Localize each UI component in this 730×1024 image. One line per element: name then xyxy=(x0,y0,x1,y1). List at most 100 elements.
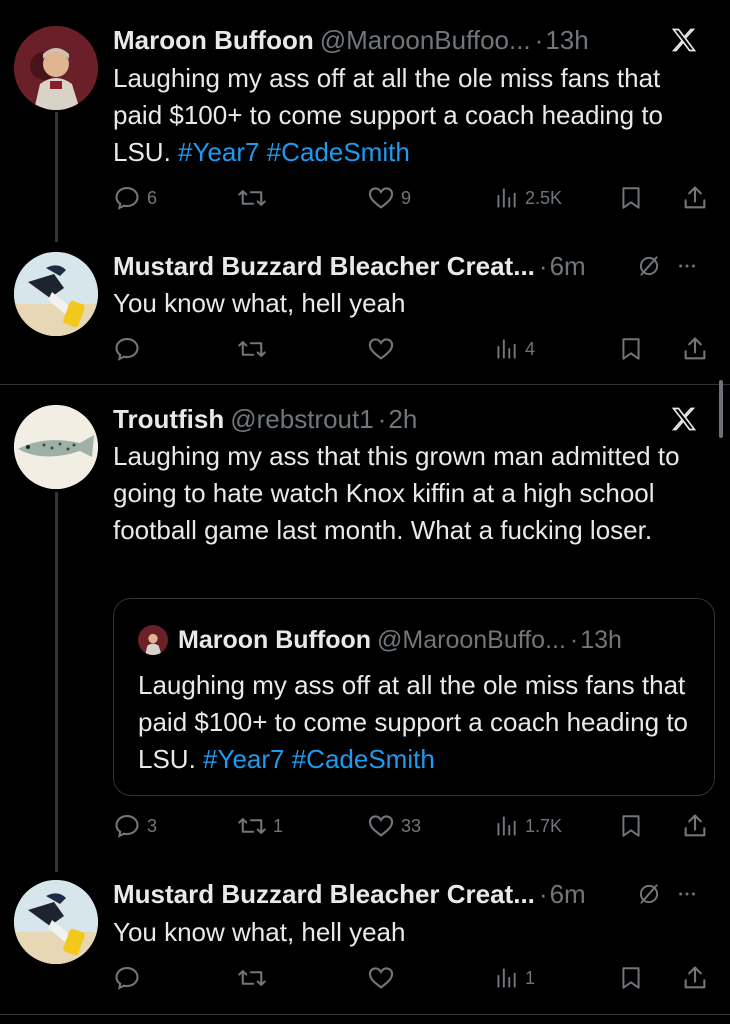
share-button[interactable] xyxy=(681,329,709,369)
share-icon xyxy=(684,186,706,209)
retweet-button[interactable] xyxy=(237,958,267,998)
reply-count: 3 xyxy=(147,815,158,836)
view-count: 1.7K xyxy=(525,815,563,836)
tweet-text: Laughing my ass that this grown man admi… xyxy=(113,441,680,545)
hashtag-link[interactable]: #CadeSmith xyxy=(267,137,410,167)
retweet-button[interactable] xyxy=(237,178,273,218)
quoted-display-name[interactable]: Maroon Buffoon xyxy=(178,626,371,655)
separator-dot: · xyxy=(569,625,579,654)
reply-icon xyxy=(115,187,139,210)
tweet-text: You know what, hell yeah xyxy=(113,917,406,947)
quoted-avatar[interactable] xyxy=(138,625,168,655)
x-logo-icon xyxy=(671,407,697,431)
quoted-text: Laughing my ass off at all the ole miss … xyxy=(138,667,692,778)
action-bar: 1 xyxy=(113,958,714,998)
user-handle[interactable]: @rebstrout1 xyxy=(230,404,373,435)
like-count: 9 xyxy=(401,187,412,208)
reply-icon xyxy=(115,815,139,838)
muted-icon xyxy=(639,884,659,904)
like-button[interactable]: 9 xyxy=(367,178,411,218)
share-button[interactable] xyxy=(681,806,709,846)
view-count: 4 xyxy=(525,338,536,359)
avatar[interactable] xyxy=(14,880,98,964)
reply-button[interactable]: 3 xyxy=(113,806,157,846)
share-icon xyxy=(684,337,706,360)
share-button[interactable] xyxy=(681,958,709,998)
bookmark-button[interactable] xyxy=(618,806,644,846)
avatar[interactable] xyxy=(14,405,98,489)
thread-line xyxy=(55,492,58,872)
views-icon xyxy=(497,188,516,208)
like-count: 33 xyxy=(401,815,422,836)
separator-dot: · xyxy=(538,878,548,909)
reply-button[interactable] xyxy=(113,958,141,998)
quoted-user-handle[interactable]: @MaroonBuffo... xyxy=(377,626,566,655)
share-button[interactable] xyxy=(681,178,709,218)
heart-icon xyxy=(368,815,394,837)
retweet-count: 1 xyxy=(273,815,284,836)
bookmark-button[interactable] xyxy=(618,329,644,369)
retweet-icon xyxy=(238,818,266,834)
bookmark-icon xyxy=(622,338,640,360)
view-count: 2.5K xyxy=(525,187,563,208)
timestamp[interactable]: 6m xyxy=(550,879,586,910)
views-button[interactable]: 4 xyxy=(493,329,535,369)
display-name[interactable]: Mustard Buzzard Bleacher Creat... xyxy=(113,251,535,282)
views-button[interactable]: 1 xyxy=(493,958,535,998)
view-count: 1 xyxy=(525,967,536,988)
hashtag-link[interactable]: #CadeSmith xyxy=(292,744,435,774)
avatar[interactable] xyxy=(14,252,98,336)
separator-dot: · xyxy=(377,403,387,434)
hashtag-link[interactable]: #Year7 xyxy=(203,744,284,774)
reply-icon xyxy=(115,338,139,361)
reply-button[interactable]: 6 xyxy=(113,178,157,218)
timestamp[interactable]: 6m xyxy=(550,251,586,282)
retweet-icon xyxy=(238,341,266,357)
share-icon xyxy=(684,814,706,837)
hashtag-link[interactable]: #Year7 xyxy=(178,137,259,167)
share-icon xyxy=(684,966,706,989)
display-name[interactable]: Mustard Buzzard Bleacher Creat... xyxy=(113,879,535,910)
reply-button[interactable] xyxy=(113,329,141,369)
more-options-icon[interactable] xyxy=(676,255,698,277)
views-icon xyxy=(497,339,516,359)
like-button[interactable] xyxy=(367,958,395,998)
avatar[interactable] xyxy=(14,26,98,110)
quoted-tweet[interactable]: Maroon Buffoon @MaroonBuffo... · 13h Lau… xyxy=(113,598,715,796)
quoted-timestamp: 13h xyxy=(580,625,622,654)
action-bar: 3 1 33 1.7K xyxy=(113,806,714,846)
more-options-icon[interactable] xyxy=(676,883,698,905)
retweet-button[interactable]: 1 xyxy=(237,806,283,846)
bookmark-icon xyxy=(622,815,640,837)
display-name[interactable]: Maroon Buffoon xyxy=(113,25,314,56)
retweet-button[interactable] xyxy=(237,329,267,369)
like-button[interactable] xyxy=(367,329,395,369)
retweet-icon xyxy=(238,190,266,206)
views-icon xyxy=(497,816,516,836)
bookmark-button[interactable] xyxy=(618,958,644,998)
timestamp[interactable]: 2h xyxy=(388,404,417,435)
muted-icon xyxy=(639,256,659,276)
views-button[interactable]: 1.7K xyxy=(493,806,562,846)
display-name[interactable]: Troutfish xyxy=(113,404,224,435)
action-bar: 4 xyxy=(113,329,714,369)
separator-dot: · xyxy=(534,24,544,55)
reply-count: 6 xyxy=(147,187,158,208)
tweet-text: You know what, hell yeah xyxy=(113,288,406,318)
views-button[interactable]: 2.5K xyxy=(493,178,562,218)
bookmark-icon xyxy=(622,967,640,989)
divider xyxy=(0,1014,730,1015)
heart-icon xyxy=(368,187,394,209)
x-logo-icon xyxy=(671,28,697,52)
bookmark-button[interactable] xyxy=(618,178,644,218)
bookmark-icon xyxy=(622,187,640,209)
tweet-text: Laughing my ass off at all the ole miss … xyxy=(113,60,708,171)
heart-icon xyxy=(368,967,394,989)
user-handle[interactable]: @MaroonBuffoo... xyxy=(320,25,531,56)
scrollbar[interactable] xyxy=(719,380,723,438)
action-bar: 6 9 2.5K xyxy=(113,178,714,218)
timestamp[interactable]: 13h xyxy=(545,25,588,56)
like-button[interactable]: 33 xyxy=(367,806,421,846)
